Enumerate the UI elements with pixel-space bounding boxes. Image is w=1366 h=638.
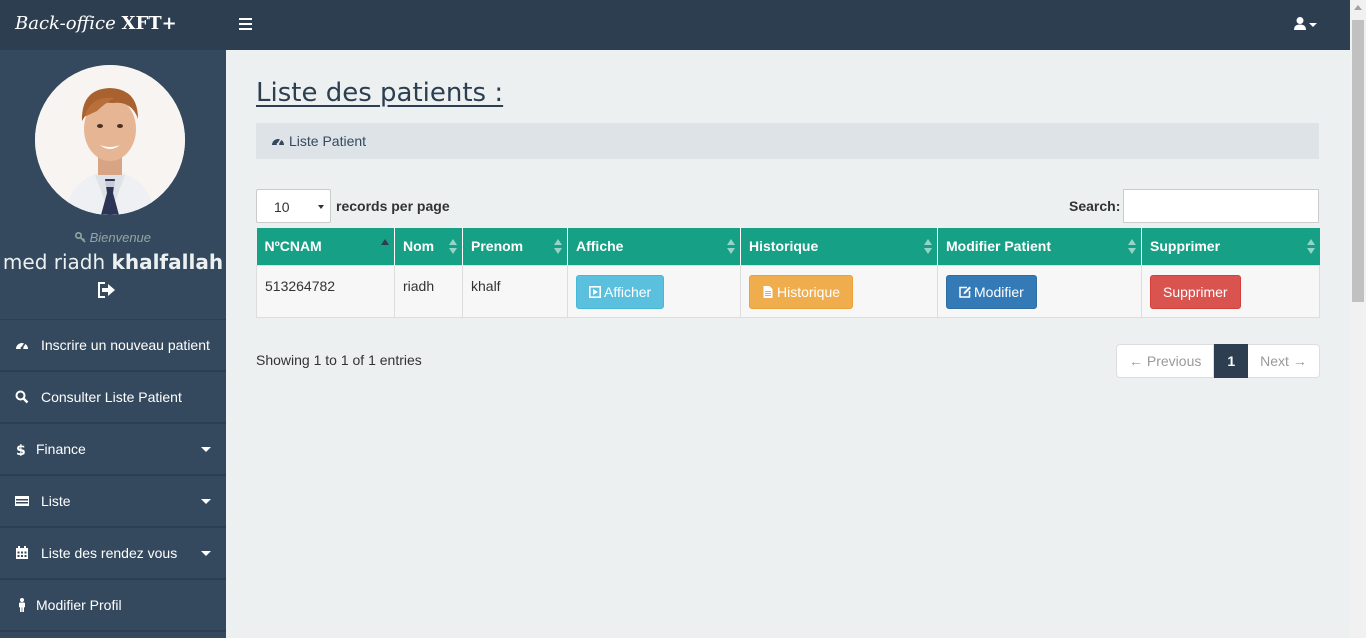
sidebar-item-new-patient[interactable]: Inscrire un nouveau patient (0, 320, 226, 372)
sort-icon (1306, 239, 1315, 255)
user-first-name: med riadh (2, 250, 106, 274)
column-header-label: NºCNAM (264, 238, 322, 255)
column-header-label: Supprimer (1150, 238, 1221, 255)
cell-nom: riadh (394, 264, 463, 318)
table-info: Showing 1 to 1 of 1 entries (256, 352, 422, 368)
records-per-page-value: 10 (274, 199, 290, 215)
cell-affiche: Afficher (567, 264, 741, 318)
sidebar-item-label: Finance (36, 441, 86, 457)
menu-toggle-icon[interactable] (239, 18, 252, 30)
supprimer-button[interactable]: Supprimer (1150, 274, 1241, 309)
column-header-cnam[interactable]: NºCNAM (256, 228, 395, 265)
sidebar-item-patient-list[interactable]: Consulter Liste Patient (0, 372, 226, 424)
pagination: ← Previous 1 Next → (1116, 344, 1320, 378)
play-square-icon (589, 285, 601, 298)
sort-icon (727, 239, 735, 255)
scroll-up-icon[interactable] (1354, 5, 1362, 10)
cell-cnam: 513264782 (256, 264, 395, 318)
user-last-name: khalfallah (111, 250, 224, 274)
sort-icon (554, 239, 562, 255)
modifier-button[interactable]: Modifier (946, 274, 1037, 309)
brand-logo[interactable]: Back-office XFT+ (15, 13, 177, 34)
chevron-down-icon (201, 551, 211, 556)
search-label: Search: (1069, 198, 1121, 214)
column-header-label: Prenom (471, 238, 524, 255)
cell-prenom: khalf (462, 264, 568, 318)
user-profile-panel: Bienvenue med riadh khalfallah (0, 50, 226, 320)
edit-icon (959, 286, 971, 298)
dashboard-icon (16, 342, 28, 350)
sidebar-item-appointments[interactable]: Liste des rendez vous (0, 528, 226, 580)
afficher-label: Afficher (604, 283, 652, 300)
sidebar-item-label: Liste des rendez vous (41, 545, 178, 561)
top-navbar: Back-office XFT+ (0, 0, 1350, 50)
records-per-page-select[interactable]: 10 (256, 189, 331, 223)
column-header-affiche[interactable]: Affiche (567, 228, 741, 265)
male-icon (19, 598, 25, 612)
chevron-down-icon (201, 499, 211, 504)
search-icon (15, 390, 29, 404)
chevron-down-icon (201, 447, 211, 452)
sidebar-item-label: Modifier Profil (36, 597, 122, 613)
breadcrumb: Liste Patient (256, 123, 1319, 159)
brand-text-bold: XFT+ (121, 13, 177, 34)
calendar-icon (16, 546, 28, 559)
chevron-down-icon (318, 205, 324, 209)
previous-page-button[interactable]: ← Previous (1116, 344, 1215, 378)
sidebar-item-label: Inscrire un nouveau patient (41, 337, 210, 353)
cell-historique: Historique (740, 264, 938, 318)
brand-text-italic: Back-office (15, 13, 116, 34)
cell-modifier: Modifier (937, 264, 1142, 318)
page-scrollbar[interactable] (1350, 0, 1366, 638)
svg-text:$: $ (16, 443, 26, 456)
supprimer-label: Supprimer (1163, 283, 1228, 300)
column-header-label: Affiche (576, 238, 624, 255)
column-header-label: Nom (403, 238, 435, 255)
welcome-label: Bienvenue (89, 230, 152, 245)
column-header-label: Historique (749, 238, 819, 255)
list-icon (15, 496, 29, 506)
sort-icon (924, 239, 932, 255)
avatar (35, 65, 185, 215)
page-1-button[interactable]: 1 (1214, 344, 1249, 378)
table-header-row: NºCNAM Nom Prenom Affiche Historique Mod… (256, 228, 1320, 265)
sidebar-item-label: Liste (41, 493, 71, 509)
dollar-icon: $ (16, 443, 26, 456)
sidebar-item-liste[interactable]: Liste (0, 476, 226, 528)
breadcrumb-label: Liste Patient (289, 133, 367, 149)
file-text-icon (763, 285, 773, 298)
column-header-prenom[interactable]: Prenom (462, 228, 568, 265)
column-header-label: Modifier Patient (946, 238, 1052, 255)
modifier-label: Modifier (974, 283, 1024, 300)
dashboard-icon (272, 138, 284, 146)
sidebar-item-label: Consulter Liste Patient (41, 389, 182, 405)
welcome-text: Bienvenue (0, 230, 226, 245)
search-input[interactable] (1123, 189, 1319, 223)
cell-supprimer: Supprimer (1141, 264, 1320, 318)
user-name: med riadh khalfallah (0, 250, 226, 274)
scrollbar-thumb[interactable] (1352, 20, 1364, 302)
sort-icon (449, 239, 457, 255)
sort-icon (1128, 239, 1136, 255)
records-per-page-label: records per page (336, 198, 450, 214)
next-page-button[interactable]: Next → (1248, 344, 1320, 378)
table-row: 513264782 riadh khalf Afficher Historiqu… (256, 264, 1320, 318)
column-header-historique[interactable]: Historique (740, 228, 938, 265)
key-icon (74, 231, 86, 243)
main-content: Liste des patients : Liste Patient 10 re… (226, 50, 1350, 638)
sidebar: Bienvenue med riadh khalfallah Inscrire … (0, 50, 226, 638)
user-dropdown-icon[interactable] (1294, 16, 1320, 34)
logout-icon[interactable] (98, 282, 116, 298)
sidebar-item-finance[interactable]: $ Finance (0, 424, 226, 476)
historique-label: Historique (777, 283, 841, 300)
patients-table: NºCNAM Nom Prenom Affiche Historique Mod… (256, 228, 1320, 318)
afficher-button[interactable]: Afficher (576, 274, 665, 309)
historique-button[interactable]: Historique (749, 274, 854, 309)
sort-ascending-icon (381, 239, 389, 255)
sidebar-item-edit-profile[interactable]: Modifier Profil (0, 580, 226, 632)
column-header-modifier[interactable]: Modifier Patient (937, 228, 1142, 265)
page-title: Liste des patients : (256, 78, 504, 108)
column-header-nom[interactable]: Nom (394, 228, 463, 265)
column-header-supprimer[interactable]: Supprimer (1141, 228, 1320, 265)
